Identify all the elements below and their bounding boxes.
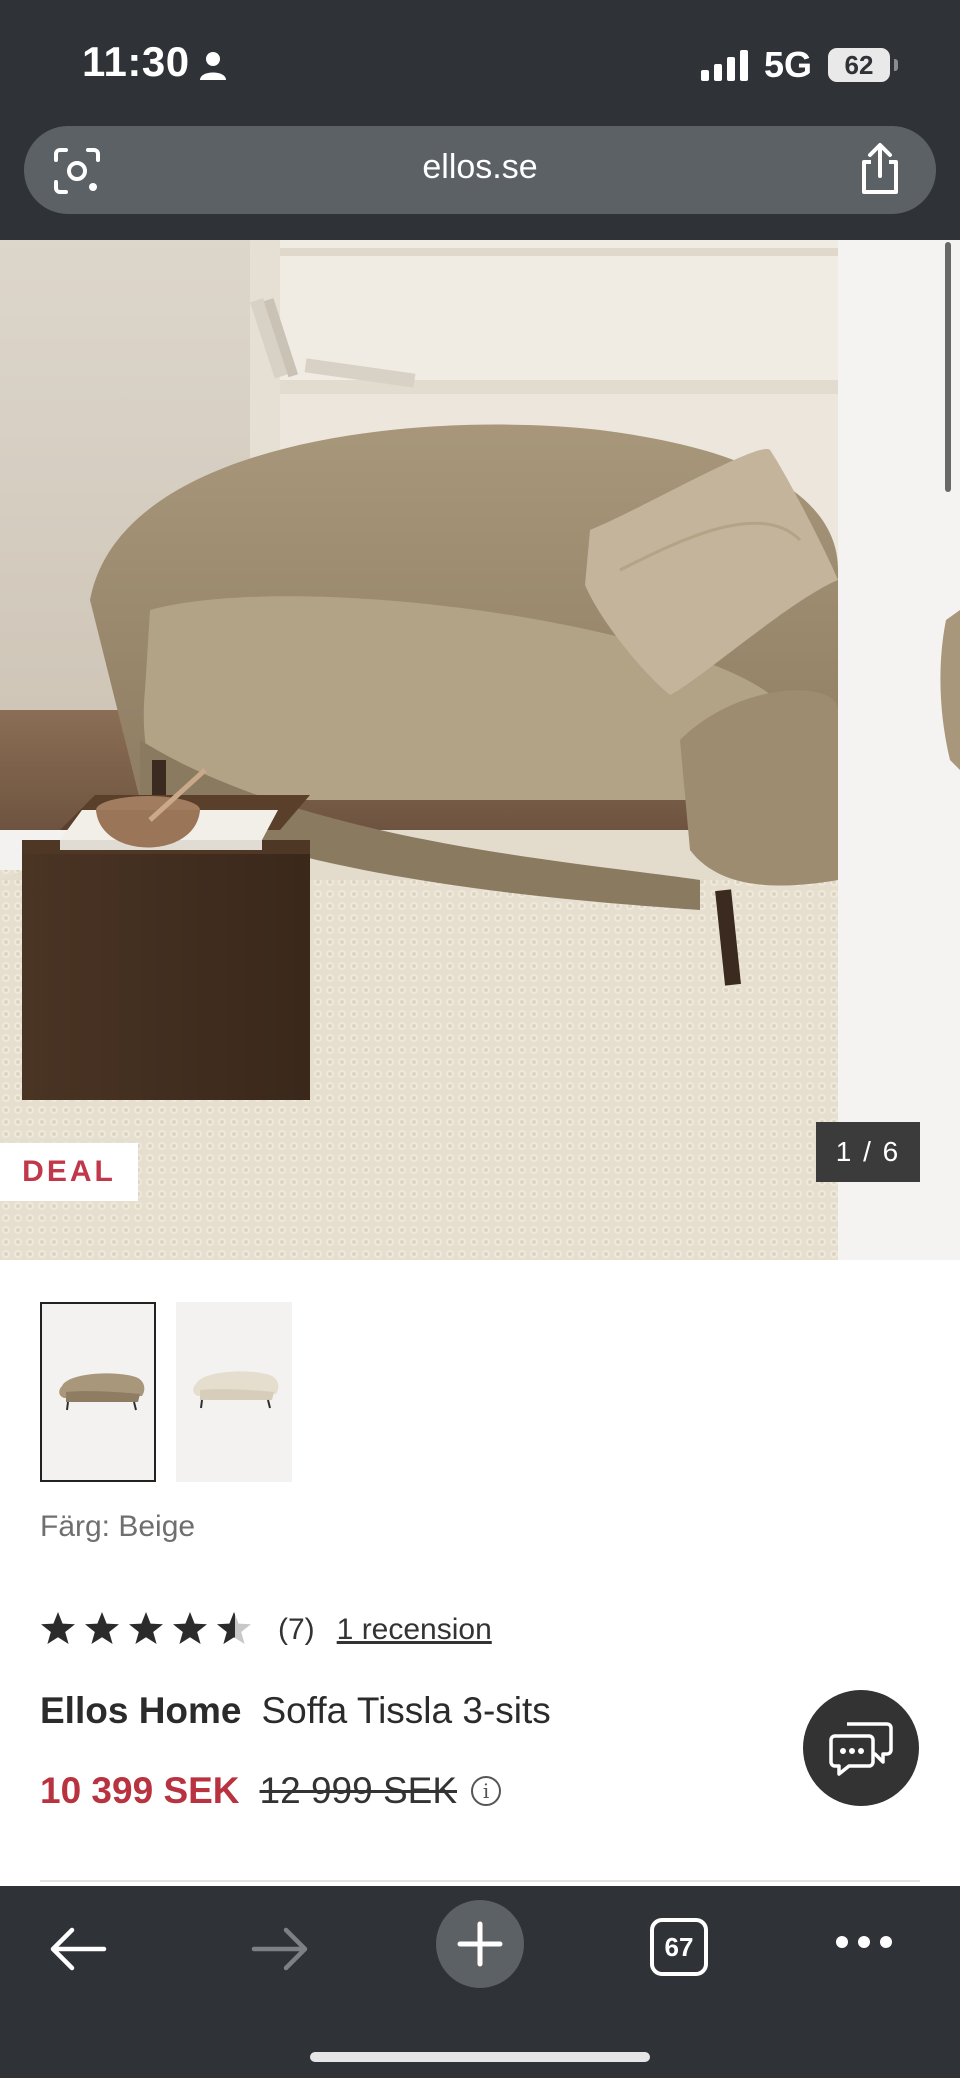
info-icon[interactable]: i <box>471 1776 502 1806</box>
rating-row: (7) 1 recension <box>40 1610 492 1650</box>
deal-badge: DEAL <box>0 1143 138 1201</box>
next-image-peek[interactable] <box>838 240 960 1260</box>
person-icon <box>200 52 226 80</box>
browser-toolbar: 67 <box>0 1886 960 2078</box>
scroll-indicator <box>945 242 951 492</box>
status-time: 11:30 <box>82 38 190 85</box>
share-icon[interactable] <box>856 142 904 196</box>
url-text[interactable]: ellos.se <box>24 148 936 187</box>
sofa-thumbnail-image <box>193 1371 279 1409</box>
product-title: Ellos Home Soffa Tissla 3-sits <box>40 1690 551 1732</box>
signal-icon <box>700 49 748 81</box>
product-gallery[interactable]: DEAL 1 / 6 <box>0 240 960 1260</box>
chat-button[interactable] <box>803 1690 919 1806</box>
network-label: 5G <box>763 44 812 85</box>
browser-address-area: ellos.se <box>0 126 960 240</box>
review-count: (7) <box>278 1613 315 1646</box>
price-current: 10 399 SEK <box>40 1770 240 1811</box>
status-indicators: 5G 62 <box>700 44 898 86</box>
star-icon <box>129 1612 163 1644</box>
star-icon <box>41 1612 75 1644</box>
status-bar: 11:30 5G 62 <box>0 0 960 126</box>
battery-level: 62 <box>844 49 874 80</box>
tab-count-button[interactable]: 67 <box>650 1918 708 1976</box>
image-counter: 1 / 6 <box>816 1122 920 1182</box>
star-icon <box>173 1612 207 1644</box>
product-name: Soffa Tissla 3-sits <box>261 1690 551 1731</box>
home-indicator <box>310 2052 650 2062</box>
forward-arrow-icon[interactable] <box>250 1924 310 1974</box>
back-arrow-icon[interactable] <box>48 1924 108 1974</box>
battery-icon: 62 <box>828 48 898 82</box>
reviews-link[interactable]: 1 recension <box>337 1613 492 1647</box>
address-bar[interactable]: ellos.se <box>24 126 936 214</box>
thumbnail-offwhite[interactable] <box>176 1302 292 1482</box>
product-brand[interactable]: Ellos Home <box>40 1690 242 1731</box>
star-icon <box>85 1612 119 1644</box>
thumbnail-list <box>40 1302 292 1482</box>
color-label: Färg: Beige <box>40 1510 196 1543</box>
more-menu-icon[interactable] <box>834 1934 894 1950</box>
sofa-thumbnail-image <box>59 1373 145 1411</box>
star-rating <box>41 1612 251 1644</box>
new-tab-button[interactable] <box>436 1900 524 1988</box>
thumbnail-beige[interactable] <box>40 1302 156 1482</box>
product-image[interactable] <box>0 240 838 1260</box>
price-old: 12 999 SEK <box>259 1770 458 1811</box>
tab-count: 67 <box>664 1931 694 1962</box>
divider <box>40 1880 920 1882</box>
chat-icon <box>829 1722 893 1776</box>
price-row: 10 399 SEK 12 999 SEK i <box>40 1770 502 1812</box>
